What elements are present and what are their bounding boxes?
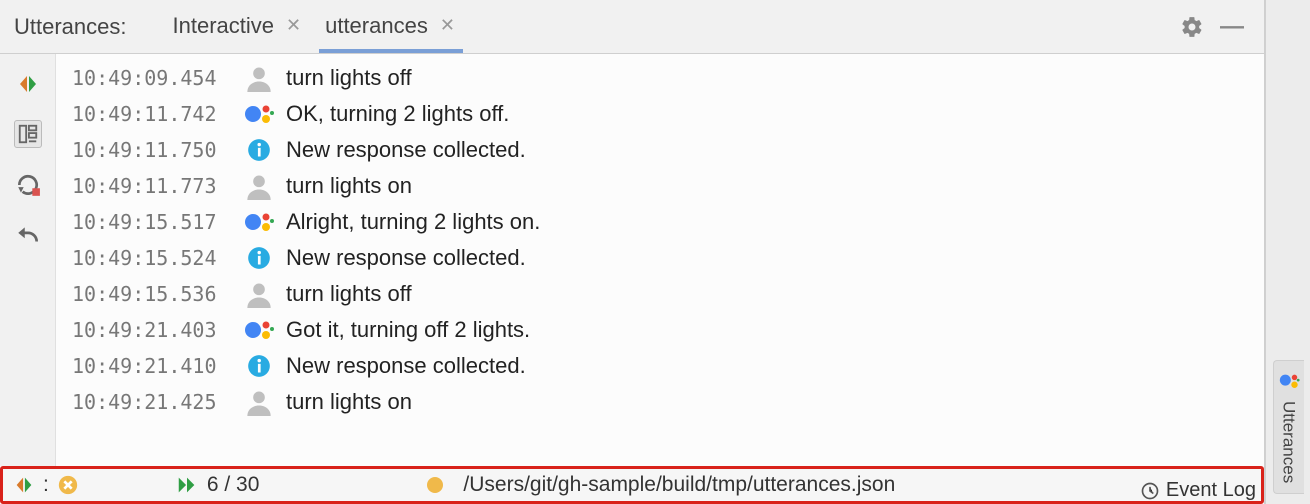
- timestamp: 10:49:11.773: [72, 174, 232, 198]
- info-icon: [242, 353, 276, 379]
- log-row: 10:49:11.750 New response collected.: [72, 132, 1264, 168]
- log-message: OK, turning 2 lights off.: [286, 101, 509, 127]
- tab-label: Interactive: [173, 13, 275, 39]
- status-dot-icon: [425, 475, 445, 495]
- info-icon: [242, 137, 276, 163]
- close-icon[interactable]: ✕: [438, 15, 457, 36]
- log-row: 10:49:21.410 New response collected.: [72, 348, 1264, 384]
- right-tab-utterances[interactable]: Utterances: [1273, 360, 1304, 494]
- log-row: 10:49:11.742 OK, turning 2 lights off.: [72, 96, 1264, 132]
- timestamp: 10:49:11.750: [72, 138, 232, 162]
- event-log-button[interactable]: Event Log: [1140, 479, 1256, 502]
- log-row: 10:49:15.536 turn lights off: [72, 276, 1264, 312]
- user-icon: [242, 280, 276, 308]
- info-icon: [242, 245, 276, 271]
- assistant-icon: [242, 100, 276, 128]
- user-icon: [242, 172, 276, 200]
- assistant-icon: [1278, 371, 1300, 393]
- log-message: New response collected.: [286, 137, 526, 163]
- toolbar-sidebar: [0, 54, 56, 466]
- log-message: New response collected.: [286, 353, 526, 379]
- undo-icon[interactable]: [15, 222, 41, 248]
- fast-forward-icon[interactable]: [175, 474, 199, 496]
- log-message: turn lights on: [286, 173, 412, 199]
- status-progress: 6 / 30: [207, 473, 260, 497]
- tab-interactive[interactable]: Interactive ✕: [167, 1, 310, 53]
- minimize-icon[interactable]: —: [1214, 13, 1250, 41]
- timestamp: 10:49:21.403: [72, 318, 232, 342]
- assistant-icon: [242, 208, 276, 236]
- close-icon[interactable]: ✕: [284, 15, 303, 36]
- log-message: New response collected.: [286, 245, 526, 271]
- layout-icon[interactable]: [14, 120, 42, 148]
- log-message: Alright, turning 2 lights on.: [286, 209, 540, 235]
- timestamp: 10:49:15.524: [72, 246, 232, 270]
- expand-collapse-icon[interactable]: [13, 474, 35, 496]
- log-message: turn lights off: [286, 281, 412, 307]
- timestamp: 10:49:21.425: [72, 390, 232, 414]
- gear-icon[interactable]: [1180, 15, 1204, 39]
- status-bar: : 6 / 30 /Users/git/gh-sample/build/tmp/…: [0, 466, 1264, 504]
- timestamp: 10:49:15.517: [72, 210, 232, 234]
- log-row: 10:49:11.773 turn lights on: [72, 168, 1264, 204]
- log-message: turn lights off: [286, 65, 412, 91]
- panel-title: Utterances:: [14, 14, 127, 40]
- timestamp: 10:49:15.536: [72, 282, 232, 306]
- timestamp: 10:49:11.742: [72, 102, 232, 126]
- assistant-icon: [242, 316, 276, 344]
- status-path: /Users/git/gh-sample/build/tmp/utterance…: [463, 473, 895, 497]
- log-row: 10:49:15.524 New response collected.: [72, 240, 1264, 276]
- rerun-icon[interactable]: [15, 172, 41, 198]
- cancel-icon[interactable]: [57, 474, 79, 496]
- user-icon: [242, 388, 276, 416]
- log-row: 10:49:21.425 turn lights on: [72, 384, 1264, 420]
- event-log-label: Event Log: [1166, 479, 1256, 502]
- log-row: 10:49:15.517 Alright, turning 2 lights on…: [72, 204, 1264, 240]
- right-rail: Utterances: [1265, 0, 1310, 504]
- log-message: Got it, turning off 2 lights.: [286, 317, 530, 343]
- timestamp: 10:49:21.410: [72, 354, 232, 378]
- log-row: 10:49:09.454 turn lights off: [72, 60, 1264, 96]
- log-panel[interactable]: 10:49:09.454 turn lights off 10:49:11.742 O…: [56, 54, 1264, 466]
- timestamp: 10:49:09.454: [72, 66, 232, 90]
- log-message: turn lights on: [286, 389, 412, 415]
- right-tab-label: Utterances: [1279, 401, 1299, 483]
- user-icon: [242, 64, 276, 92]
- log-row: 10:49:21.403 Got it, turning off 2 lights…: [72, 312, 1264, 348]
- expand-collapse-icon[interactable]: [16, 72, 40, 96]
- tab-utterances[interactable]: utterances ✕: [319, 1, 463, 53]
- status-colon: :: [43, 473, 49, 497]
- tabbar: Utterances: Interactive ✕ utterances ✕ —: [0, 0, 1264, 54]
- tab-label: utterances: [325, 13, 428, 39]
